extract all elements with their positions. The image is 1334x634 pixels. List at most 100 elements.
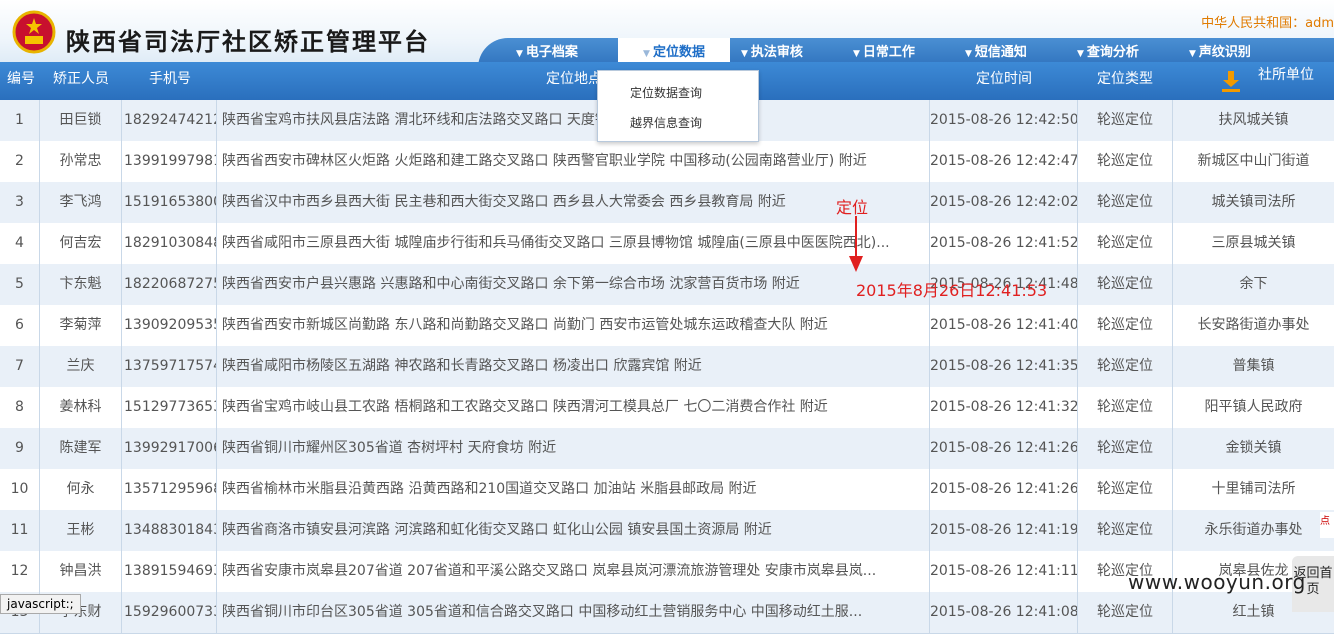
table-row[interactable]: 5 卞东魁 18220687275 陕西省西安市户县兴惠路 兴惠路和中心南街交叉路口 …	[0, 264, 1334, 306]
cell-location: 陕西省商洛市镇安县河滨路 河滨路和虹化街交叉路口 虹化山公园 镇安县国土资源局 …	[217, 510, 930, 551]
top-user-link[interactable]: 中华人民共和国：adm	[1201, 12, 1334, 31]
cell-type: 轮巡定位	[1078, 264, 1173, 305]
cell-number: 3	[0, 182, 40, 223]
cell-number: 4	[0, 223, 40, 264]
cell-phone: 18220687275	[122, 264, 217, 305]
annotation-arrow-icon	[849, 216, 863, 272]
cell-type: 轮巡定位	[1078, 223, 1173, 264]
cell-person: 李飞鸿	[40, 182, 122, 223]
platform-title: 陕西省司法厅社区矫正管理平台	[66, 27, 430, 56]
cell-number: 2	[0, 141, 40, 182]
cell-time: 2015-08-26 12:41:08	[930, 592, 1078, 633]
col-header-person[interactable]: 矫正人员	[53, 68, 109, 88]
cell-person: 孙常忠	[40, 141, 122, 182]
cell-location: 陕西省宝鸡市岐山县工农路 梧桐路和工农路交叉路口 陕西渭河工模具总厂 七〇二消费…	[217, 387, 930, 428]
cell-time: 2015-08-26 12:41:26	[930, 428, 1078, 469]
col-header-location[interactable]: 定位地点	[546, 68, 602, 88]
col-header-phone[interactable]: 手机号	[149, 68, 191, 88]
watermark: www.wooyun.org	[1128, 570, 1306, 594]
cell-person: 王彬	[40, 510, 122, 551]
table-row[interactable]: 4 何吉宏 18291030848 陕西省咸阳市三原县西大街 城隍庙步行街和兵马俑街交…	[0, 223, 1334, 265]
menu-item-location-query[interactable]: 定位数据查询	[630, 84, 702, 101]
cell-person: 钟昌洪	[40, 551, 122, 592]
cell-time: 2015-08-26 12:41:19	[930, 510, 1078, 551]
cell-location: 陕西省西安市新城区尚勤路 东八路和尚勤路交叉路口 尚勤门 西安市运管处城东运政稽…	[217, 305, 930, 346]
cell-location: 陕西省咸阳市三原县西大街 城隍庙步行街和兵马俑街交叉路口 三原县博物馆 城隍庙(…	[217, 223, 930, 264]
cell-unit: 普集镇	[1232, 358, 1275, 374]
side-float-tab[interactable]: 点	[1320, 512, 1334, 538]
cell-phone: 15929600733	[122, 592, 217, 633]
cell-unit: 长安路街道办事处	[1197, 317, 1310, 333]
cell-number: 10	[0, 469, 40, 510]
cell-time: 2015-08-26 12:42:02	[930, 182, 1078, 223]
cell-phone: 13488301843	[122, 510, 217, 551]
cell-number: 5	[0, 264, 40, 305]
cell-phone: 15129773653	[122, 387, 217, 428]
table-row[interactable]: 8 姜林科 15129773653 陕西省宝鸡市岐山县工农路 梧桐路和工农路交叉路口 …	[0, 387, 1334, 429]
col-header-number[interactable]: 编号	[7, 68, 35, 88]
cell-phone: 13909209535	[122, 305, 217, 346]
cell-person: 田巨锁	[40, 100, 122, 141]
annotation-label: 定位	[836, 198, 869, 217]
cell-unit: 城关镇司法所	[1211, 194, 1296, 210]
cell-type: 轮巡定位	[1078, 100, 1173, 141]
cell-person: 兰庆	[40, 346, 122, 387]
col-header-time[interactable]: 定位时间	[976, 68, 1032, 88]
cell-time: 2015-08-26 12:42:47	[930, 141, 1078, 182]
table-row[interactable]: 10 何永 13571295968 陕西省榆林市米脂县沿黄西路 沿黄西路和210国道交…	[0, 469, 1334, 511]
annotation-time: 2015年8月26日12:41:53	[856, 281, 1048, 300]
cell-unit: 阳平镇人民政府	[1204, 399, 1303, 415]
cell-time: 2015-08-26 12:41:32	[930, 387, 1078, 428]
cell-phone: 13992917006	[122, 428, 217, 469]
cell-person: 姜林科	[40, 387, 122, 428]
caret-down-icon: ▼	[1077, 49, 1084, 59]
cell-phone: 18292474212	[122, 100, 217, 141]
cell-person: 陈建军	[40, 428, 122, 469]
cell-phone: 13891594693	[122, 551, 217, 592]
cell-unit: 新城区中山门街道	[1197, 153, 1310, 169]
cell-unit: 三原县城关镇	[1211, 235, 1296, 251]
caret-down-icon: ▼	[965, 49, 972, 59]
table-row[interactable]: 9 陈建军 13992917006 陕西省铜川市耀州区305省道 杏树坪村 天府食坊 …	[0, 428, 1334, 470]
caret-down-icon: ▼	[1189, 49, 1196, 59]
header: 陕西省司法厅社区矫正管理平台 中华人民共和国：adm ▼ 电子档案 ▼ 定位数据 ▼…	[0, 0, 1334, 68]
cell-phone: 13759717574	[122, 346, 217, 387]
cell-location: 陕西省西安市碑林区火炬路 火炬路和建工路交叉路口 陕西警官职业学院 中国移动(公…	[217, 141, 930, 182]
status-bar: javascript:;	[0, 594, 81, 614]
cell-unit: 永乐街道办事处	[1204, 522, 1303, 538]
cell-phone: 15191653800	[122, 182, 217, 223]
cell-number: 6	[0, 305, 40, 346]
cell-location: 陕西省铜川市耀州区305省道 杏树坪村 天府食坊 附近	[217, 428, 930, 469]
cell-number: 11	[0, 510, 40, 551]
cell-number: 7	[0, 346, 40, 387]
cell-location: 陕西省西安市户县兴惠路 兴惠路和中心南街交叉路口 余下第一综合市场 沈家营百货市…	[217, 264, 930, 305]
cell-phone: 13571295968	[122, 469, 217, 510]
cell-type: 轮巡定位	[1078, 141, 1173, 182]
col-header-unit[interactable]: 社所单位	[1258, 64, 1314, 84]
cell-location: 陕西省汉中市西乡县西大街 民主巷和西大街交叉路口 西乡县人大常委会 西乡县教育局…	[217, 182, 930, 223]
cell-person: 李菊萍	[40, 305, 122, 346]
table-row[interactable]: 13李东财15929600733陕西省铜川市印台区305省道 305省道和信合路…	[0, 592, 1334, 634]
table-row[interactable]: 7 兰庆 13759717574 陕西省咸阳市杨陵区五湖路 神农路和长青路交叉路口 杨…	[0, 346, 1334, 388]
cell-location: 陕西省榆林市米脂县沿黄西路 沿黄西路和210国道交叉路口 加油站 米脂县邮政局 …	[217, 469, 930, 510]
menu-item-boundary-query[interactable]: 越界信息查询	[630, 114, 702, 131]
cell-time: 2015-08-26 12:41:52	[930, 223, 1078, 264]
national-emblem-icon	[12, 10, 56, 54]
cell-person: 卞东魁	[40, 264, 122, 305]
cell-number: 9	[0, 428, 40, 469]
table-row[interactable]: 11 王彬 13488301843 陕西省商洛市镇安县河滨路 河滨路和虹化街交叉路口 …	[0, 510, 1334, 552]
cell-type: 轮巡定位	[1078, 592, 1173, 633]
cell-location: 陕西省安康市岚皋县207省道 207省道和平溪公路交叉路口 岚皋县岚河漂流旅游管…	[217, 551, 930, 592]
caret-down-icon: ▼	[741, 49, 748, 59]
cell-type: 轮巡定位	[1078, 469, 1173, 510]
table-row[interactable]: 2 孙常忠 13991997981 陕西省西安市碑林区火炬路 火炬路和建工路交叉路口 …	[0, 141, 1334, 183]
cell-type: 轮巡定位	[1078, 305, 1173, 346]
table-row[interactable]: 6 李菊萍 13909209535 陕西省西安市新城区尚勤路 东八路和尚勤路交叉路口 …	[0, 305, 1334, 347]
col-header-type[interactable]: 定位类型	[1097, 68, 1153, 88]
table-row[interactable]: 3 李飞鸿 15191653800 陕西省汉中市西乡县西大街 民主巷和西大街交叉路口 …	[0, 182, 1334, 224]
download-icon[interactable]	[1220, 70, 1242, 92]
cell-location: 陕西省铜川市印台区305省道 305省道和信合路交叉路口 中国移动红土营销服务中…	[217, 592, 930, 633]
cell-number: 12	[0, 551, 40, 592]
cell-phone: 13991997981	[122, 141, 217, 182]
cell-unit: 十里铺司法所	[1211, 481, 1296, 497]
